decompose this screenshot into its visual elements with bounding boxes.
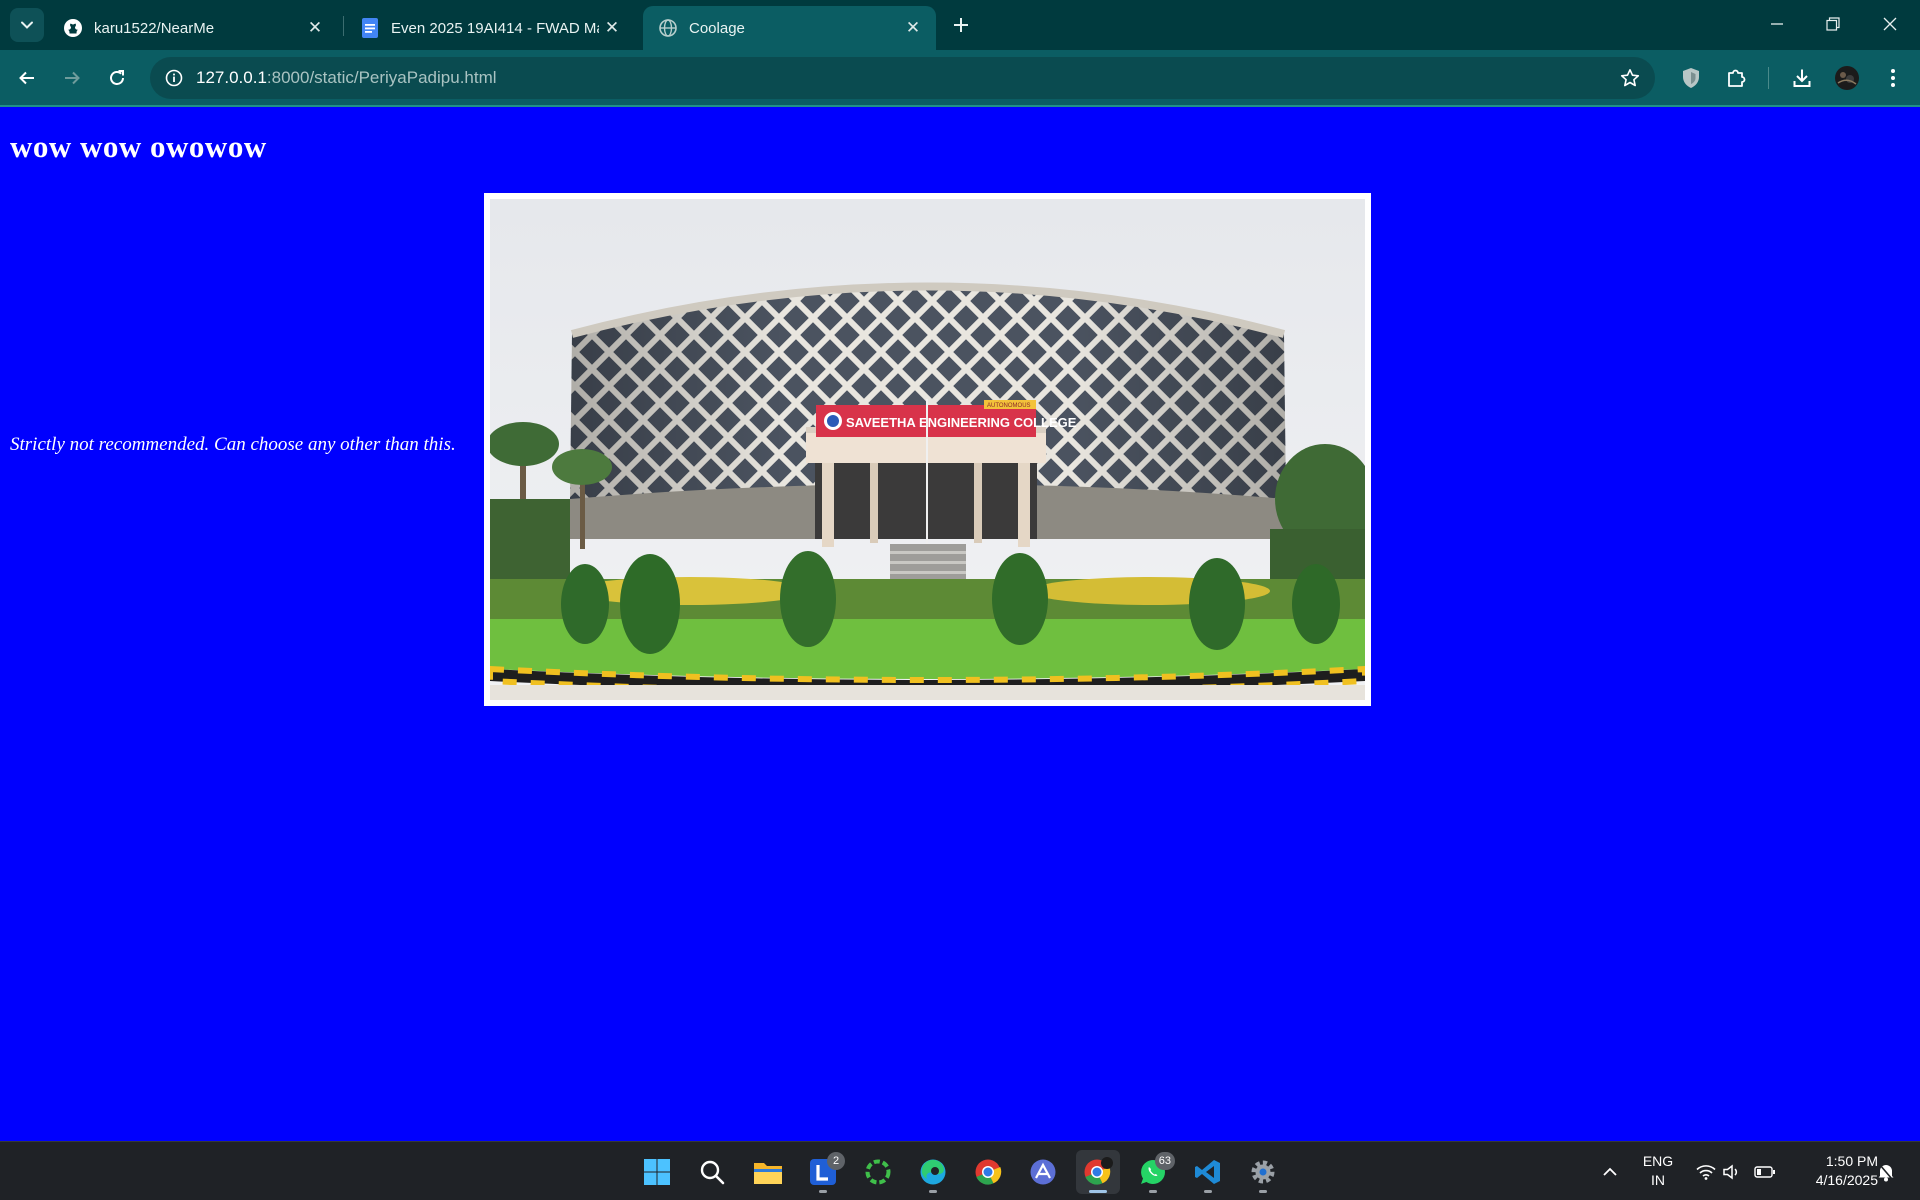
back-arrow-icon <box>19 71 34 85</box>
chrome-icon <box>975 1159 1002 1185</box>
folder-icon <box>754 1163 782 1184</box>
file-explorer-button[interactable] <box>746 1150 790 1194</box>
new-tab-button[interactable] <box>946 10 976 40</box>
extensions-puzzle-icon[interactable] <box>1719 61 1753 95</box>
vscode-icon <box>1195 1160 1220 1184</box>
back-button[interactable] <box>9 60 45 96</box>
college-building-image: SAVEETHA ENGINEERING COLLEGE AUTONOMOUS <box>490 199 1365 700</box>
battery-icon[interactable] <box>1753 1160 1777 1184</box>
google-docs-icon <box>359 17 381 39</box>
minimize-icon <box>1771 23 1783 25</box>
minimize-button[interactable] <box>1754 6 1800 42</box>
restore-button[interactable] <box>1810 6 1856 42</box>
arc-icon <box>1030 1159 1056 1185</box>
settings-button[interactable] <box>1241 1150 1285 1194</box>
notification-badge: 2 <box>827 1152 845 1170</box>
windows-logo-icon <box>644 1159 670 1185</box>
edge-browser-button[interactable] <box>911 1150 955 1194</box>
language-indicator[interactable]: ENG IN <box>1640 1152 1676 1190</box>
restore-icon <box>1826 17 1840 31</box>
clock-date: 4/16/2025 <box>1815 1172 1878 1188</box>
language-code: ENG <box>1642 1153 1674 1169</box>
edge-icon <box>920 1159 946 1185</box>
close-icon[interactable]: ✕ <box>900 15 926 41</box>
chrome-profile-active-button[interactable] <box>1076 1150 1120 1194</box>
notifications-bell-icon[interactable] <box>1874 1160 1898 1184</box>
chevron-up-icon <box>1603 1167 1617 1176</box>
tab-search-button[interactable] <box>10 8 44 42</box>
page-heading: wow wow owowow <box>10 129 267 164</box>
browser-toolbar: 127.0.0.1:8000/static/PeriyaPadipu.html <box>0 50 1920 107</box>
college-photo: SAVEETHA ENGINEERING COLLEGE AUTONOMOUS <box>484 193 1371 706</box>
tab-google-doc[interactable]: Even 2025 19AI414 - FWAD Ma ✕ <box>345 6 635 50</box>
browser-tab-strip: karu1522/NearMe ✕ Even 2025 19AI414 - FW… <box>0 0 1920 50</box>
wifi-icon[interactable] <box>1694 1160 1718 1184</box>
close-icon <box>1883 17 1897 31</box>
globe-icon <box>657 17 679 39</box>
github-icon <box>62 17 84 39</box>
running-indicator <box>929 1190 937 1193</box>
close-window-button[interactable] <box>1867 6 1913 42</box>
running-indicator <box>1149 1190 1157 1193</box>
running-indicator <box>819 1190 827 1193</box>
forward-arrow-icon <box>65 71 80 85</box>
gear-icon <box>1251 1160 1275 1184</box>
vscode-button[interactable] <box>1186 1150 1230 1194</box>
clock-time: 1:50 PM <box>1825 1153 1878 1169</box>
close-icon[interactable]: ✕ <box>302 15 328 41</box>
volume-icon[interactable] <box>1720 1160 1744 1184</box>
tab-github[interactable]: karu1522/NearMe ✕ <box>48 6 338 50</box>
running-indicator <box>1259 1190 1267 1193</box>
url-text[interactable]: 127.0.0.1:8000/static/PeriyaPadipu.html <box>196 68 497 88</box>
sync-ring-icon <box>865 1159 891 1185</box>
chevron-down-icon <box>21 21 33 29</box>
plus-icon <box>954 18 968 32</box>
url-path: :8000/static/PeriyaPadipu.html <box>266 68 497 87</box>
sign-text: SAVEETHA ENGINEERING COLLEGE <box>846 415 1077 430</box>
tab-coolage[interactable]: Coolage ✕ <box>643 6 936 50</box>
reload-icon <box>110 70 124 85</box>
chrome-browser-button[interactable] <box>966 1150 1010 1194</box>
launcher-app-button[interactable]: 2 <box>801 1150 845 1194</box>
sync-app-button[interactable] <box>856 1150 900 1194</box>
shield-extension-icon[interactable] <box>1674 61 1708 95</box>
browser-menu-icon[interactable] <box>1876 61 1910 95</box>
address-bar[interactable]: 127.0.0.1:8000/static/PeriyaPadipu.html <box>150 57 1655 99</box>
region-code: IN <box>1651 1172 1665 1188</box>
clock[interactable]: 1:50 PM 4/16/2025 <box>1790 1152 1878 1190</box>
profile-avatar[interactable] <box>1830 61 1864 95</box>
running-indicator <box>1204 1190 1212 1193</box>
search-icon <box>700 1160 725 1185</box>
reload-button[interactable] <box>99 60 135 96</box>
url-host: 127.0.0.1 <box>196 68 267 87</box>
show-hidden-icons-button[interactable] <box>1598 1160 1622 1184</box>
web-page: wow wow owowow Strictly not recommended.… <box>0 109 1920 1141</box>
arc-app-button[interactable] <box>1021 1150 1065 1194</box>
image-caption: Strictly not recommended. Can choose any… <box>10 434 456 455</box>
chrome-profile-icon <box>1084 1157 1113 1185</box>
tab-title: karu1522/NearMe <box>94 19 215 37</box>
notification-badge: 63 <box>1154 1152 1175 1170</box>
tab-title: Coolage <box>689 19 745 37</box>
bookmark-star-icon[interactable] <box>1617 65 1643 91</box>
start-button[interactable] <box>635 1150 679 1194</box>
sign-tag: AUTONOMOUS <box>987 403 1031 409</box>
whatsapp-button[interactable]: 63 <box>1131 1150 1175 1194</box>
running-indicator <box>1089 1190 1107 1193</box>
tab-divider <box>343 16 344 36</box>
forward-button[interactable] <box>54 60 90 96</box>
download-icon[interactable] <box>1785 61 1819 95</box>
close-icon[interactable]: ✕ <box>599 15 625 41</box>
search-button[interactable] <box>690 1150 734 1194</box>
site-info-icon[interactable] <box>160 64 188 92</box>
windows-taskbar: 2 63 ENG IN 1:50 PM 4/16/2025 <box>0 1141 1920 1200</box>
tab-title: Even 2025 19AI414 - FWAD Ma <box>391 19 599 37</box>
toolbar-divider <box>1768 67 1769 89</box>
